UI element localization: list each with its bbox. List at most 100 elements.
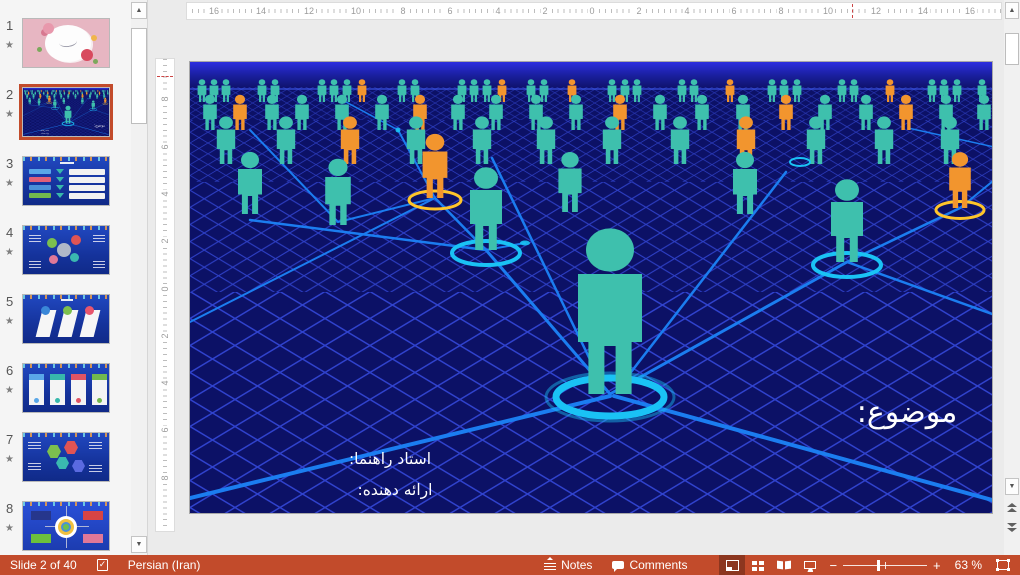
slide-number: 2: [6, 87, 13, 102]
slide-sorter-button[interactable]: [745, 555, 771, 575]
animation-star-icon: ★: [5, 109, 14, 120]
ruler-label: 6: [160, 142, 170, 151]
thumbnail-slide-6[interactable]: 6 ★: [0, 363, 148, 423]
slide-number: 3: [6, 156, 13, 171]
ruler-label: 16: [963, 6, 977, 16]
thumbnail-scroll-down-button[interactable]: ▼: [131, 536, 147, 553]
zoom-slider[interactable]: [843, 555, 927, 575]
thumbnail-slide-1[interactable]: 1 ★: [0, 18, 148, 78]
ruler-label: 6: [160, 425, 170, 434]
thumbnail-slide-7[interactable]: 7 ★: [0, 432, 148, 492]
thumbnail-slide-4[interactable]: 4 ★: [0, 225, 148, 285]
slide-number: 6: [6, 363, 13, 378]
vertical-ruler: 8 6 4 2 0 2 4 6 8: [155, 58, 175, 532]
slideshow-icon: [804, 561, 816, 569]
ruler-label: 4: [682, 6, 691, 16]
thumbnail-scroll-up-button[interactable]: ▲: [131, 2, 147, 19]
animation-star-icon: ★: [5, 40, 14, 51]
thumbnail-slide-5[interactable]: 5 ★: [0, 294, 148, 354]
ruler-label: 8: [160, 473, 170, 482]
ruler-label: 14: [254, 6, 268, 16]
slide-canvas[interactable]: [190, 62, 992, 513]
ruler-label: 8: [160, 94, 170, 103]
animation-star-icon: ★: [5, 523, 14, 534]
comments-icon: [612, 561, 624, 569]
scroll-up-button[interactable]: ▲: [1005, 2, 1019, 19]
notes-button[interactable]: Notes: [534, 555, 602, 575]
zoom-in-button[interactable]: +: [927, 558, 947, 573]
slide-thumbnail[interactable]: [22, 432, 110, 482]
main-scrollbar[interactable]: ▲ ▼: [1004, 0, 1020, 555]
animation-star-icon: ★: [5, 178, 14, 189]
slide-thumbnail-panel: 1 ★ 2 ★ 3 ★: [0, 0, 148, 555]
ruler-label: 14: [916, 6, 930, 16]
scroll-down-icon: ▼: [1009, 483, 1016, 490]
horizontal-ruler: 16 14 12 10 8 6 4 2 0 2 4 6 8 10 12 14 1…: [186, 2, 1002, 20]
ruler-label: 4: [160, 378, 170, 387]
ruler-label: 4: [493, 6, 502, 16]
slide-thumbnail[interactable]: [22, 18, 110, 68]
language-status[interactable]: Persian (Iran): [118, 555, 211, 575]
ruler-label: 16: [207, 6, 221, 16]
ruler-label: 10: [821, 6, 835, 16]
ruler-label: 0: [160, 284, 170, 293]
comments-button[interactable]: Comments: [602, 555, 697, 575]
normal-view-button[interactable]: [719, 555, 745, 575]
thumbnail-slide-2[interactable]: 2 ★: [0, 87, 148, 147]
animation-star-icon: ★: [5, 454, 14, 465]
next-slide-button[interactable]: [1005, 522, 1019, 536]
zoom-percentage[interactable]: 63 %: [947, 558, 990, 572]
ruler-label: 2: [160, 236, 170, 245]
ruler-label: 12: [302, 6, 316, 16]
reading-view-button[interactable]: [771, 555, 797, 575]
fit-window-icon: [997, 560, 1009, 570]
ruler-label: 2: [634, 6, 643, 16]
slide-number: 1: [6, 18, 13, 33]
zoom-slider-center-tick: [885, 562, 886, 569]
scroll-up-icon: ▲: [136, 7, 143, 14]
slide-sorter-icon: [752, 560, 764, 571]
status-bar: Slide 2 of 40 Persian (Iran) Notes Comme…: [0, 555, 1020, 575]
slide-thumbnail-selected[interactable]: [22, 87, 110, 137]
spellcheck-button[interactable]: [87, 555, 118, 575]
scrollbar-thumb[interactable]: [1005, 33, 1019, 65]
thumbnail-slide-3[interactable]: 3 ★: [0, 156, 148, 216]
slide-number: 4: [6, 225, 13, 240]
zoom-slider-thumb[interactable]: [877, 560, 880, 571]
thumbnail-scrollbar-thumb[interactable]: [131, 28, 147, 124]
ruler-label: 6: [729, 6, 738, 16]
animation-star-icon: ★: [5, 316, 14, 327]
slide-number: 8: [6, 501, 13, 516]
ruler-label: 0: [587, 6, 596, 16]
slide-thumbnail[interactable]: [22, 501, 110, 551]
scroll-down-icon: ▼: [136, 541, 143, 548]
fit-window-button[interactable]: [990, 555, 1016, 575]
thumbnail-slide-8[interactable]: 8 ★: [0, 501, 148, 561]
ruler-label: 8: [398, 6, 407, 16]
ruler-label: 10: [349, 6, 363, 16]
slide-number: 7: [6, 432, 13, 447]
ruler-cursor-marker: [852, 4, 853, 18]
slideshow-button[interactable]: [797, 555, 823, 575]
scroll-down-button[interactable]: ▼: [1005, 478, 1019, 495]
powerpoint-window: موضوع: استاد راهنما: ارائه دهنده: 1 ★ 2 …: [0, 0, 1020, 575]
ruler-label: 2: [160, 331, 170, 340]
ruler-label: 8: [776, 6, 785, 16]
network-illustration: [190, 62, 992, 513]
ruler-cursor-marker: [157, 76, 173, 77]
slide-thumbnail[interactable]: [22, 156, 110, 206]
ruler-label: 2: [540, 6, 549, 16]
slide-thumbnail[interactable]: [22, 363, 110, 413]
ruler-label: 12: [869, 6, 883, 16]
slide-counter[interactable]: Slide 2 of 40: [0, 555, 87, 575]
ruler-label: 4: [160, 189, 170, 198]
reading-view-icon: [777, 560, 791, 570]
scroll-up-icon: ▲: [1009, 7, 1016, 14]
previous-slide-button[interactable]: [1005, 502, 1019, 516]
zoom-out-button[interactable]: −: [823, 558, 843, 573]
slide-number: 5: [6, 294, 13, 309]
ruler-label: 6: [445, 6, 454, 16]
slide-thumbnail[interactable]: [22, 294, 110, 344]
spellcheck-icon: [97, 559, 108, 571]
slide-thumbnail[interactable]: [22, 225, 110, 275]
